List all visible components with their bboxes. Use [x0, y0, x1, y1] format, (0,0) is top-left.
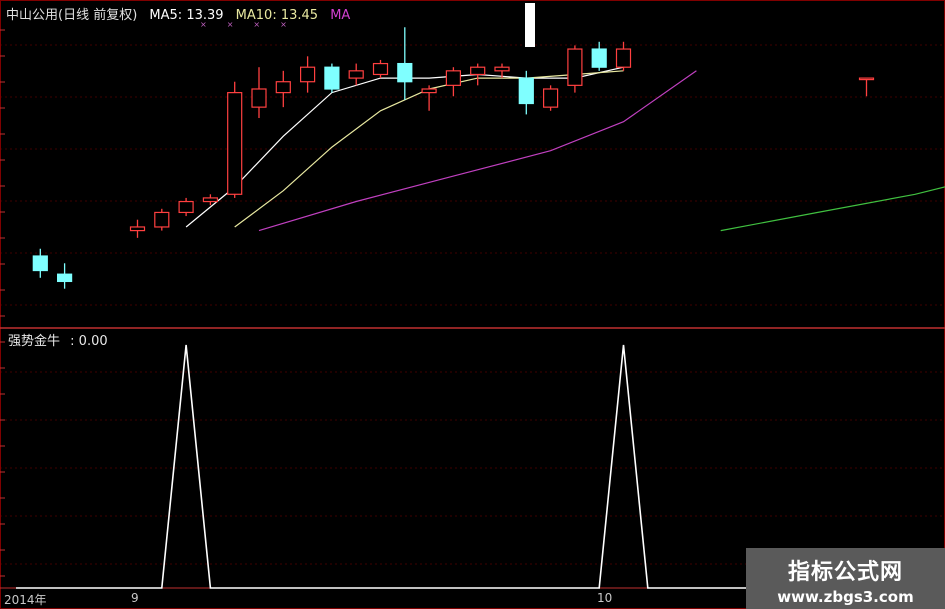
watermark-title: 指标公式网	[787, 560, 903, 585]
stock-title: 中山公用(日线 前复权)	[6, 8, 138, 23]
ma-marker-dots: ××××	[200, 20, 307, 29]
date-month-10: 10	[597, 591, 613, 605]
ma-line-series-2	[258, 70, 697, 232]
candle-up	[494, 66, 510, 72]
candle-down	[56, 273, 73, 283]
ma-extra-label: MA	[330, 8, 351, 23]
indicator-header: 强势金牛 : 0.00	[8, 330, 114, 349]
candle-down	[591, 48, 607, 68]
candle-down	[397, 62, 413, 83]
stock-chart	[0, 0, 945, 609]
candle-up	[348, 70, 364, 79]
candle-down	[324, 66, 340, 90]
chart-frame	[0, 0, 945, 609]
candle-up	[542, 88, 559, 108]
watermark: 指标公式网 www.zbgs3.com	[746, 548, 945, 609]
candle-down	[32, 255, 48, 272]
candle-up	[251, 88, 267, 108]
candle-down	[518, 77, 534, 105]
cursor-block	[525, 3, 535, 47]
candle-up	[178, 200, 194, 214]
date-year-label: 2014年	[4, 593, 47, 607]
candle-up	[300, 66, 316, 83]
candle-up	[567, 48, 583, 86]
candle-up	[615, 48, 632, 68]
candle-up	[470, 66, 486, 76]
indicator-name: 强势金牛	[8, 334, 61, 349]
candle-up	[154, 211, 170, 228]
indicator-value: : 0.00	[70, 334, 108, 349]
candle-up	[858, 77, 875, 81]
candle-up	[202, 197, 218, 203]
candle-up	[227, 92, 243, 195]
candle-up	[275, 81, 291, 94]
candle-up	[445, 70, 461, 86]
date-month-9: 9	[131, 591, 139, 605]
candle-up	[372, 62, 389, 76]
candle-up	[421, 88, 437, 94]
watermark-url: www.zbgs3.com	[777, 588, 914, 606]
candle-up	[129, 226, 146, 232]
ma-line-series-3	[720, 186, 945, 232]
